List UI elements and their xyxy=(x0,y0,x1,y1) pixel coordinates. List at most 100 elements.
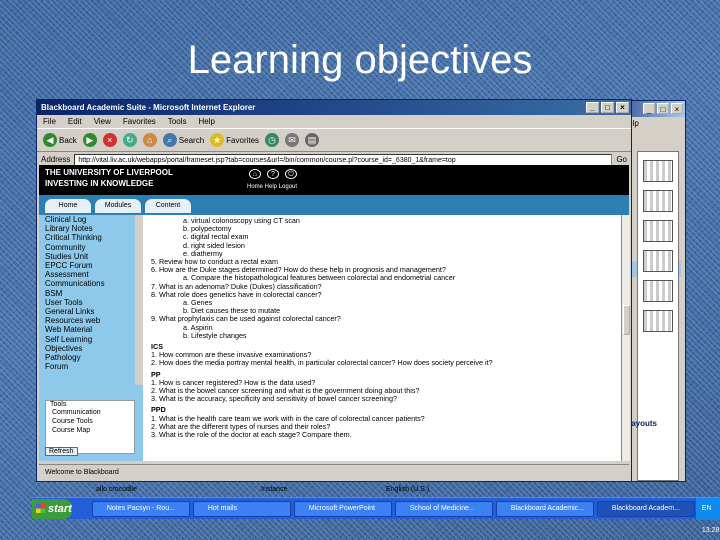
taskbar-task[interactable]: Hot mails xyxy=(192,500,291,517)
tool-course-map[interactable]: Course Map xyxy=(46,426,134,435)
taskbar-task[interactable]: Blackboard Academic... xyxy=(495,500,594,517)
sidebar-item[interactable]: Pathology xyxy=(39,353,143,362)
minimize-button[interactable]: _ xyxy=(586,102,599,113)
menu-help[interactable]: Help xyxy=(198,117,214,126)
content-line: PP xyxy=(151,370,161,379)
favorites-button[interactable]: ★ Favorites xyxy=(210,133,259,147)
layout-thumbnail[interactable] xyxy=(643,250,673,272)
sidebar-item[interactable]: Community xyxy=(39,243,143,252)
tool-communication[interactable]: Communication xyxy=(46,408,134,417)
sidebar-item[interactable]: BSM xyxy=(39,289,143,298)
menu-file[interactable]: File xyxy=(43,117,56,126)
taskbar-task[interactable]: Notes Pacsyn - Rou... xyxy=(91,500,190,517)
content-line: a. Aspirin xyxy=(183,323,213,332)
sidebar-item[interactable]: Forum xyxy=(39,362,143,371)
content-line: d. right sided lesion xyxy=(183,241,245,250)
sidebar-item[interactable]: Objectives xyxy=(39,344,143,353)
content-line: PPD xyxy=(151,406,166,415)
content-line: ICS xyxy=(151,343,163,352)
layout-thumbnail[interactable] xyxy=(643,160,673,182)
blackboard-header: THE UNIVERSITY OF LIVERPOOL INVESTING IN… xyxy=(39,165,629,195)
stop-button[interactable]: × xyxy=(102,133,117,147)
layout-thumbnail[interactable] xyxy=(643,310,673,332)
content-line: 2. What are the different types of nurse… xyxy=(151,422,331,431)
content-line: 3. What is the accuracy, specificity and… xyxy=(151,395,397,404)
sidebar-item[interactable]: Web Material xyxy=(39,325,143,334)
content-line: b. Diet causes these to mutate xyxy=(183,307,281,316)
close-button[interactable]: × xyxy=(616,102,629,113)
header-icons: ⌂ ? ⏻ xyxy=(249,169,297,179)
sidebar-item[interactable]: Resources web xyxy=(39,316,143,325)
history-icon: ◷ xyxy=(265,133,280,147)
sidebar-item[interactable]: Communications xyxy=(39,279,143,288)
mail-icon: ✉ xyxy=(285,133,300,147)
sidebar-item[interactable]: Assessment xyxy=(39,270,143,279)
menu-tools[interactable]: Tools xyxy=(168,117,187,126)
content-line: c. digital rectal exam xyxy=(183,233,249,242)
content-line: 2. How does the media portray mental hea… xyxy=(151,359,493,368)
menu-view[interactable]: View xyxy=(94,117,111,126)
close-icon[interactable]: × xyxy=(671,103,683,114)
sidebar-item[interactable]: General Links xyxy=(39,307,143,316)
sidebar-item[interactable]: User Tools xyxy=(39,298,143,307)
sidebar-item[interactable]: Critical Thinking xyxy=(39,233,143,242)
browser-toolbar: ◀ Back ▶ × ↻ ⌂ ⌕ Search ★ Favorites ◷ ✉ ▤ xyxy=(37,128,631,152)
content-scrollbar[interactable] xyxy=(621,215,630,461)
refresh-icon: ↻ xyxy=(122,133,137,147)
content-line: 1. How is cancer registered? How is the … xyxy=(151,378,316,387)
layout-thumbnail[interactable] xyxy=(643,190,673,212)
content-line: 1. What is the health care team we work … xyxy=(151,414,425,423)
scrollbar-thumb[interactable] xyxy=(623,305,630,335)
back-arrow-icon: ◀ xyxy=(43,133,57,147)
sidebar-item[interactable]: Self Learning xyxy=(39,335,143,344)
maximize-icon[interactable]: □ xyxy=(657,103,669,114)
print-button[interactable]: ▤ xyxy=(305,133,320,147)
taskbar-task[interactable]: Microsoft PowerPoint xyxy=(293,500,392,517)
forward-button[interactable]: ▶ xyxy=(82,133,97,147)
content-line: a. Genes xyxy=(183,299,213,308)
desktop-status-3: English (U.S.) xyxy=(386,486,430,493)
tab-content[interactable]: Content xyxy=(145,199,191,213)
browser-titlebar: Blackboard Academic Suite - Microsoft In… xyxy=(37,100,631,115)
university-motto: INVESTING IN KNOWLEDGE xyxy=(45,179,154,188)
sidebar-item[interactable]: Clinical Log xyxy=(39,215,143,224)
home-icon[interactable]: ⌂ xyxy=(249,169,261,179)
start-button[interactable]: start xyxy=(32,498,72,519)
content-frame: a. virtual colonoscopy using CT scan b. p… xyxy=(143,215,621,461)
layout-thumbnail[interactable] xyxy=(643,280,673,302)
tool-course-tools[interactable]: Course Tools xyxy=(46,417,134,426)
menu-edit[interactable]: Edit xyxy=(68,117,82,126)
refresh-button[interactable]: ↻ xyxy=(122,133,137,147)
refresh-button[interactable]: Refresh xyxy=(45,447,78,456)
minimize-icon[interactable]: _ xyxy=(643,103,655,114)
address-input[interactable]: http://vital.liv.ac.uk/webapps/portal/fr… xyxy=(74,153,613,166)
tab-home[interactable]: Home xyxy=(45,199,91,213)
taskbar-tasks: Notes Pacsyn - Rou... Hot mails Microsoft … xyxy=(91,500,695,517)
mail-button[interactable]: ✉ xyxy=(285,133,300,147)
sidebar-scrollbar[interactable] xyxy=(135,215,143,385)
home-button[interactable]: ⌂ xyxy=(142,133,157,147)
menu-favorites[interactable]: Favorites xyxy=(123,117,156,126)
content-line: 2. What is the bowel cancer screening an… xyxy=(151,387,420,396)
sidebar-item[interactable]: EPCC Forum xyxy=(39,261,143,270)
browser-window: Blackboard Academic Suite - Microsoft In… xyxy=(36,99,632,482)
system-tray: EN 13:28 xyxy=(694,497,720,534)
course-sidebar: Clinical Log Library Notes Critical Thinki… xyxy=(39,215,143,461)
search-button[interactable]: ⌕ Search xyxy=(162,133,204,147)
taskbar-task[interactable]: Blackboard Academ... xyxy=(596,500,695,517)
content-line: b. Lifestyle changes xyxy=(183,331,247,340)
status-bar: Welcome to Blackboard xyxy=(39,464,629,480)
layout-thumbnail[interactable] xyxy=(643,220,673,242)
history-button[interactable]: ◷ xyxy=(265,133,280,147)
content-line: 1. How common are these invasive examina… xyxy=(151,351,312,360)
tab-modules[interactable]: Modules xyxy=(95,199,141,213)
maximize-button[interactable]: □ xyxy=(601,102,614,113)
go-button[interactable]: Go xyxy=(616,155,627,164)
desktop-status-1: allo crocodile xyxy=(96,486,137,493)
help-icon[interactable]: ? xyxy=(267,169,279,179)
sidebar-item[interactable]: Library Notes xyxy=(39,224,143,233)
logout-icon[interactable]: ⏻ xyxy=(285,169,297,179)
back-button[interactable]: ◀ Back xyxy=(43,133,77,147)
sidebar-item[interactable]: Studies Unit xyxy=(39,252,143,261)
taskbar-task[interactable]: School of Medicine... xyxy=(394,500,493,517)
